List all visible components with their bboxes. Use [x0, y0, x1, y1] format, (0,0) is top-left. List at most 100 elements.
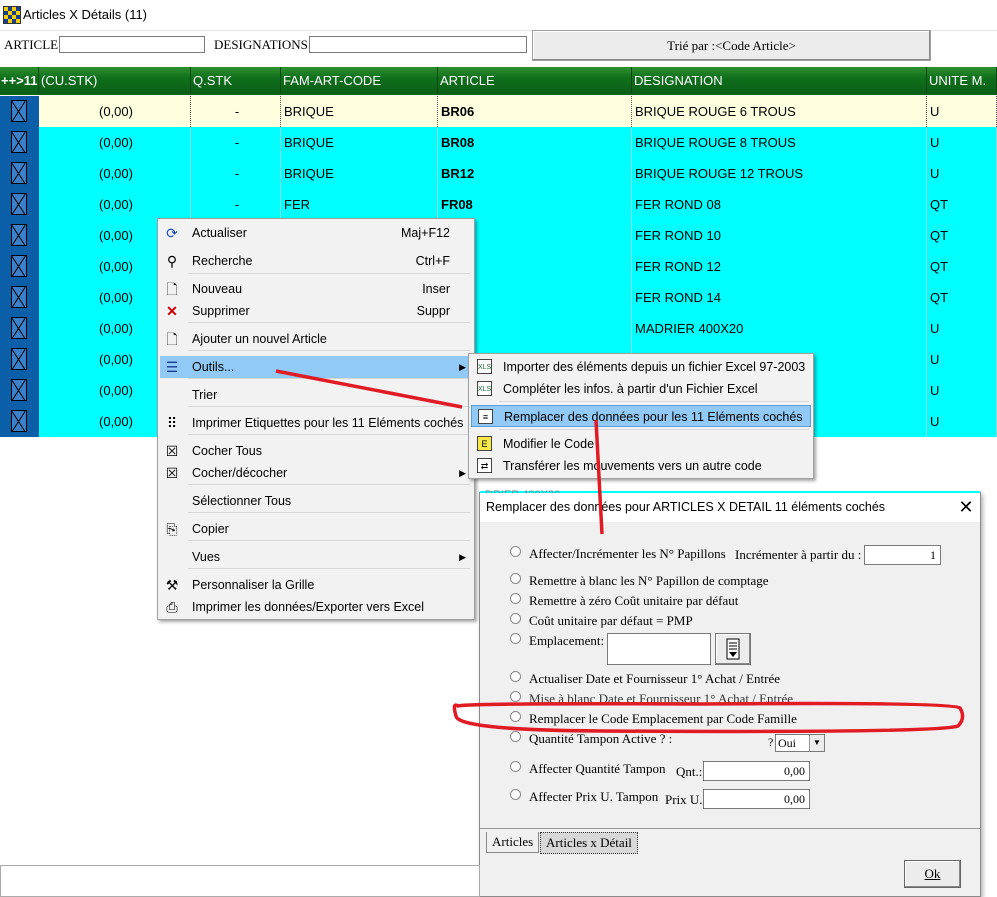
radio-icon[interactable]	[510, 613, 521, 624]
cell-unite[interactable]: U	[927, 158, 997, 189]
cell-unite[interactable]: U	[927, 406, 997, 437]
table-row[interactable]: (0,00) - BRIQUE BR06 BRIQUE ROUGE 6 TROUS U	[0, 96, 997, 127]
table-row[interactable]: (0,00) FER ROND 14 QT	[0, 282, 997, 313]
checkbox-checked-icon[interactable]	[11, 224, 27, 246]
checkbox-checked-icon[interactable]	[11, 317, 27, 339]
cell-unite[interactable]: QT	[927, 220, 997, 251]
row-checkbox[interactable]	[0, 127, 39, 158]
radio-icon[interactable]	[510, 546, 521, 557]
submenu-item[interactable]: ≡ Remplacer des données pour les 11 Eléme…	[471, 405, 811, 427]
submenu-item[interactable]: ⇄ Transférer les mouvements vers un autre…	[471, 455, 811, 477]
radio-icon[interactable]	[510, 671, 521, 682]
cell-fam-art-code[interactable]: FER	[281, 189, 438, 220]
menu-item[interactable]: ⚒ Personnaliser la Grille	[160, 574, 472, 596]
header-unite[interactable]: UNITE M.	[927, 67, 997, 95]
radio-icon[interactable]	[510, 633, 521, 644]
menu-item[interactable]: ☰ Outils... ▶	[160, 356, 472, 378]
tampon-active-select[interactable]: Oui ▼	[775, 734, 825, 752]
table-row[interactable]: (0,00)0X20MADRIER 400X20U	[0, 313, 997, 344]
checkbox-checked-icon[interactable]	[11, 410, 27, 432]
radio-icon[interactable]	[510, 691, 521, 702]
header-checked-count[interactable]: ++>11	[0, 67, 39, 95]
menu-item[interactable]: ⚲ Recherche Ctrl+F	[160, 250, 472, 272]
row-checkbox[interactable]	[0, 406, 39, 437]
cell-fam-art-code[interactable]: BRIQUE	[281, 127, 438, 158]
menu-item[interactable]: 🗋 Ajouter un nouvel Article	[160, 328, 472, 350]
header-q-stk[interactable]: Q.STK	[191, 67, 281, 95]
cell-cu-stk[interactable]: (0,00)	[39, 158, 191, 189]
cell-designation[interactable]: BRIQUE ROUGE 6 TROUS	[632, 96, 927, 127]
submenu-item[interactable]: E Modifier le Code	[471, 433, 811, 455]
cell-q-stk[interactable]: -	[191, 189, 281, 220]
table-row[interactable]: (0,00) - BRIQUE BR08 BRIQUE ROUGE 8 TROUS U	[0, 127, 997, 158]
cell-cu-stk[interactable]: (0,00)	[39, 127, 191, 158]
qte-input[interactable]: 0,00	[703, 761, 810, 781]
bottom-input[interactable]	[0, 865, 480, 897]
cell-designation[interactable]: BRIQUE ROUGE 12 TROUS	[632, 158, 927, 189]
tab-articles-x-detail[interactable]: Articles x Détail	[540, 832, 638, 854]
cell-q-stk[interactable]: -	[191, 127, 281, 158]
cell-article[interactable]: BR06	[438, 96, 632, 127]
table-row[interactable]: (0,00) - BRIQUE BR12 BRIQUE ROUGE 12 TROUS U	[0, 158, 997, 189]
checkbox-checked-icon[interactable]	[11, 162, 27, 184]
option-cout-pmp[interactable]: Coût unitaire par défaut = PMP	[510, 613, 693, 629]
cell-article[interactable]: BR08	[438, 127, 632, 158]
option-remplacer-code[interactable]: Remplacer le Code Emplacement par Code F…	[510, 711, 797, 727]
table-row[interactable]: (0,00) - FER FR08 FER ROND 08 QT	[0, 189, 997, 220]
cell-unite[interactable]: U	[927, 96, 997, 127]
cell-designation[interactable]: FER ROND 10	[632, 220, 927, 251]
row-checkbox[interactable]	[0, 251, 39, 282]
submenu-item[interactable]: XLS Importer des éléments depuis un fichi…	[471, 356, 811, 378]
row-checkbox[interactable]	[0, 344, 39, 375]
menu-item[interactable]: Vues ▶	[160, 546, 472, 568]
option-remettre-zero[interactable]: Remettre à zéro Coût unitaire par défaut	[510, 593, 738, 609]
menu-item[interactable]: ✕ Supprimer Suppr	[160, 300, 472, 322]
sort-button[interactable]: Trié par :<Code Article>	[532, 30, 931, 61]
cell-cu-stk[interactable]: (0,00)	[39, 189, 191, 220]
cell-designation[interactable]: FER ROND 08	[632, 189, 927, 220]
radio-icon[interactable]	[510, 789, 521, 800]
cell-unite[interactable]: QT	[927, 251, 997, 282]
radio-icon[interactable]	[510, 593, 521, 604]
row-checkbox[interactable]	[0, 313, 39, 344]
row-checkbox[interactable]	[0, 375, 39, 406]
option-affecter-prix[interactable]: Affecter Prix U. Tampon	[510, 789, 658, 805]
option-remettre-blanc[interactable]: Remettre à blanc les N° Papillon de comp…	[510, 573, 768, 589]
cell-article[interactable]: BR12	[438, 158, 632, 189]
incrementer-input[interactable]: 1	[864, 545, 941, 565]
table-row[interactable]: (0,00) FER ROND 12 QT	[0, 251, 997, 282]
cell-unite[interactable]: U	[927, 344, 997, 375]
menu-item[interactable]: ⠿ Imprimer Etiquettes pour les 11 Elément…	[160, 412, 472, 434]
option-emplacement[interactable]: Emplacement:	[510, 633, 604, 649]
checkbox-checked-icon[interactable]	[11, 286, 27, 308]
emplacement-picker-button[interactable]	[715, 633, 751, 665]
cell-unite[interactable]: U	[927, 127, 997, 158]
cell-cu-stk[interactable]: (0,00)	[39, 96, 191, 127]
option-mise-a-blanc[interactable]: Mise à blanc Date et Fournisseur 1° Acha…	[510, 691, 793, 707]
cell-unite[interactable]: U	[927, 313, 997, 344]
chevron-down-icon[interactable]: ▼	[809, 735, 824, 751]
menu-item[interactable]: ☒ Cocher Tous	[160, 440, 472, 462]
checkbox-checked-icon[interactable]	[11, 379, 27, 401]
article-filter-input[interactable]	[59, 36, 205, 53]
row-checkbox[interactable]	[0, 158, 39, 189]
cell-designation[interactable]: MADRIER 400X20	[632, 313, 927, 344]
checkbox-checked-icon[interactable]	[11, 255, 27, 277]
radio-icon[interactable]	[510, 761, 521, 772]
checkbox-checked-icon[interactable]	[11, 348, 27, 370]
checkbox-checked-icon[interactable]	[11, 193, 27, 215]
option-actualiser-date[interactable]: Actualiser Date et Fournisseur 1° Achat …	[510, 671, 780, 687]
radio-icon[interactable]	[510, 731, 521, 742]
radio-icon[interactable]	[510, 711, 521, 722]
cell-q-stk[interactable]: -	[191, 158, 281, 189]
cell-unite[interactable]: QT	[927, 282, 997, 313]
checkbox-checked-icon[interactable]	[11, 131, 27, 153]
row-checkbox[interactable]	[0, 220, 39, 251]
radio-icon[interactable]	[510, 573, 521, 584]
emplacement-input[interactable]	[607, 633, 711, 665]
menu-item[interactable]: ⎙ Imprimer les données/Exporter vers Exce…	[160, 596, 472, 618]
cell-unite[interactable]: U	[927, 375, 997, 406]
row-checkbox[interactable]	[0, 282, 39, 313]
row-checkbox[interactable]	[0, 96, 39, 127]
header-designation[interactable]: DESIGNATION	[632, 67, 927, 95]
